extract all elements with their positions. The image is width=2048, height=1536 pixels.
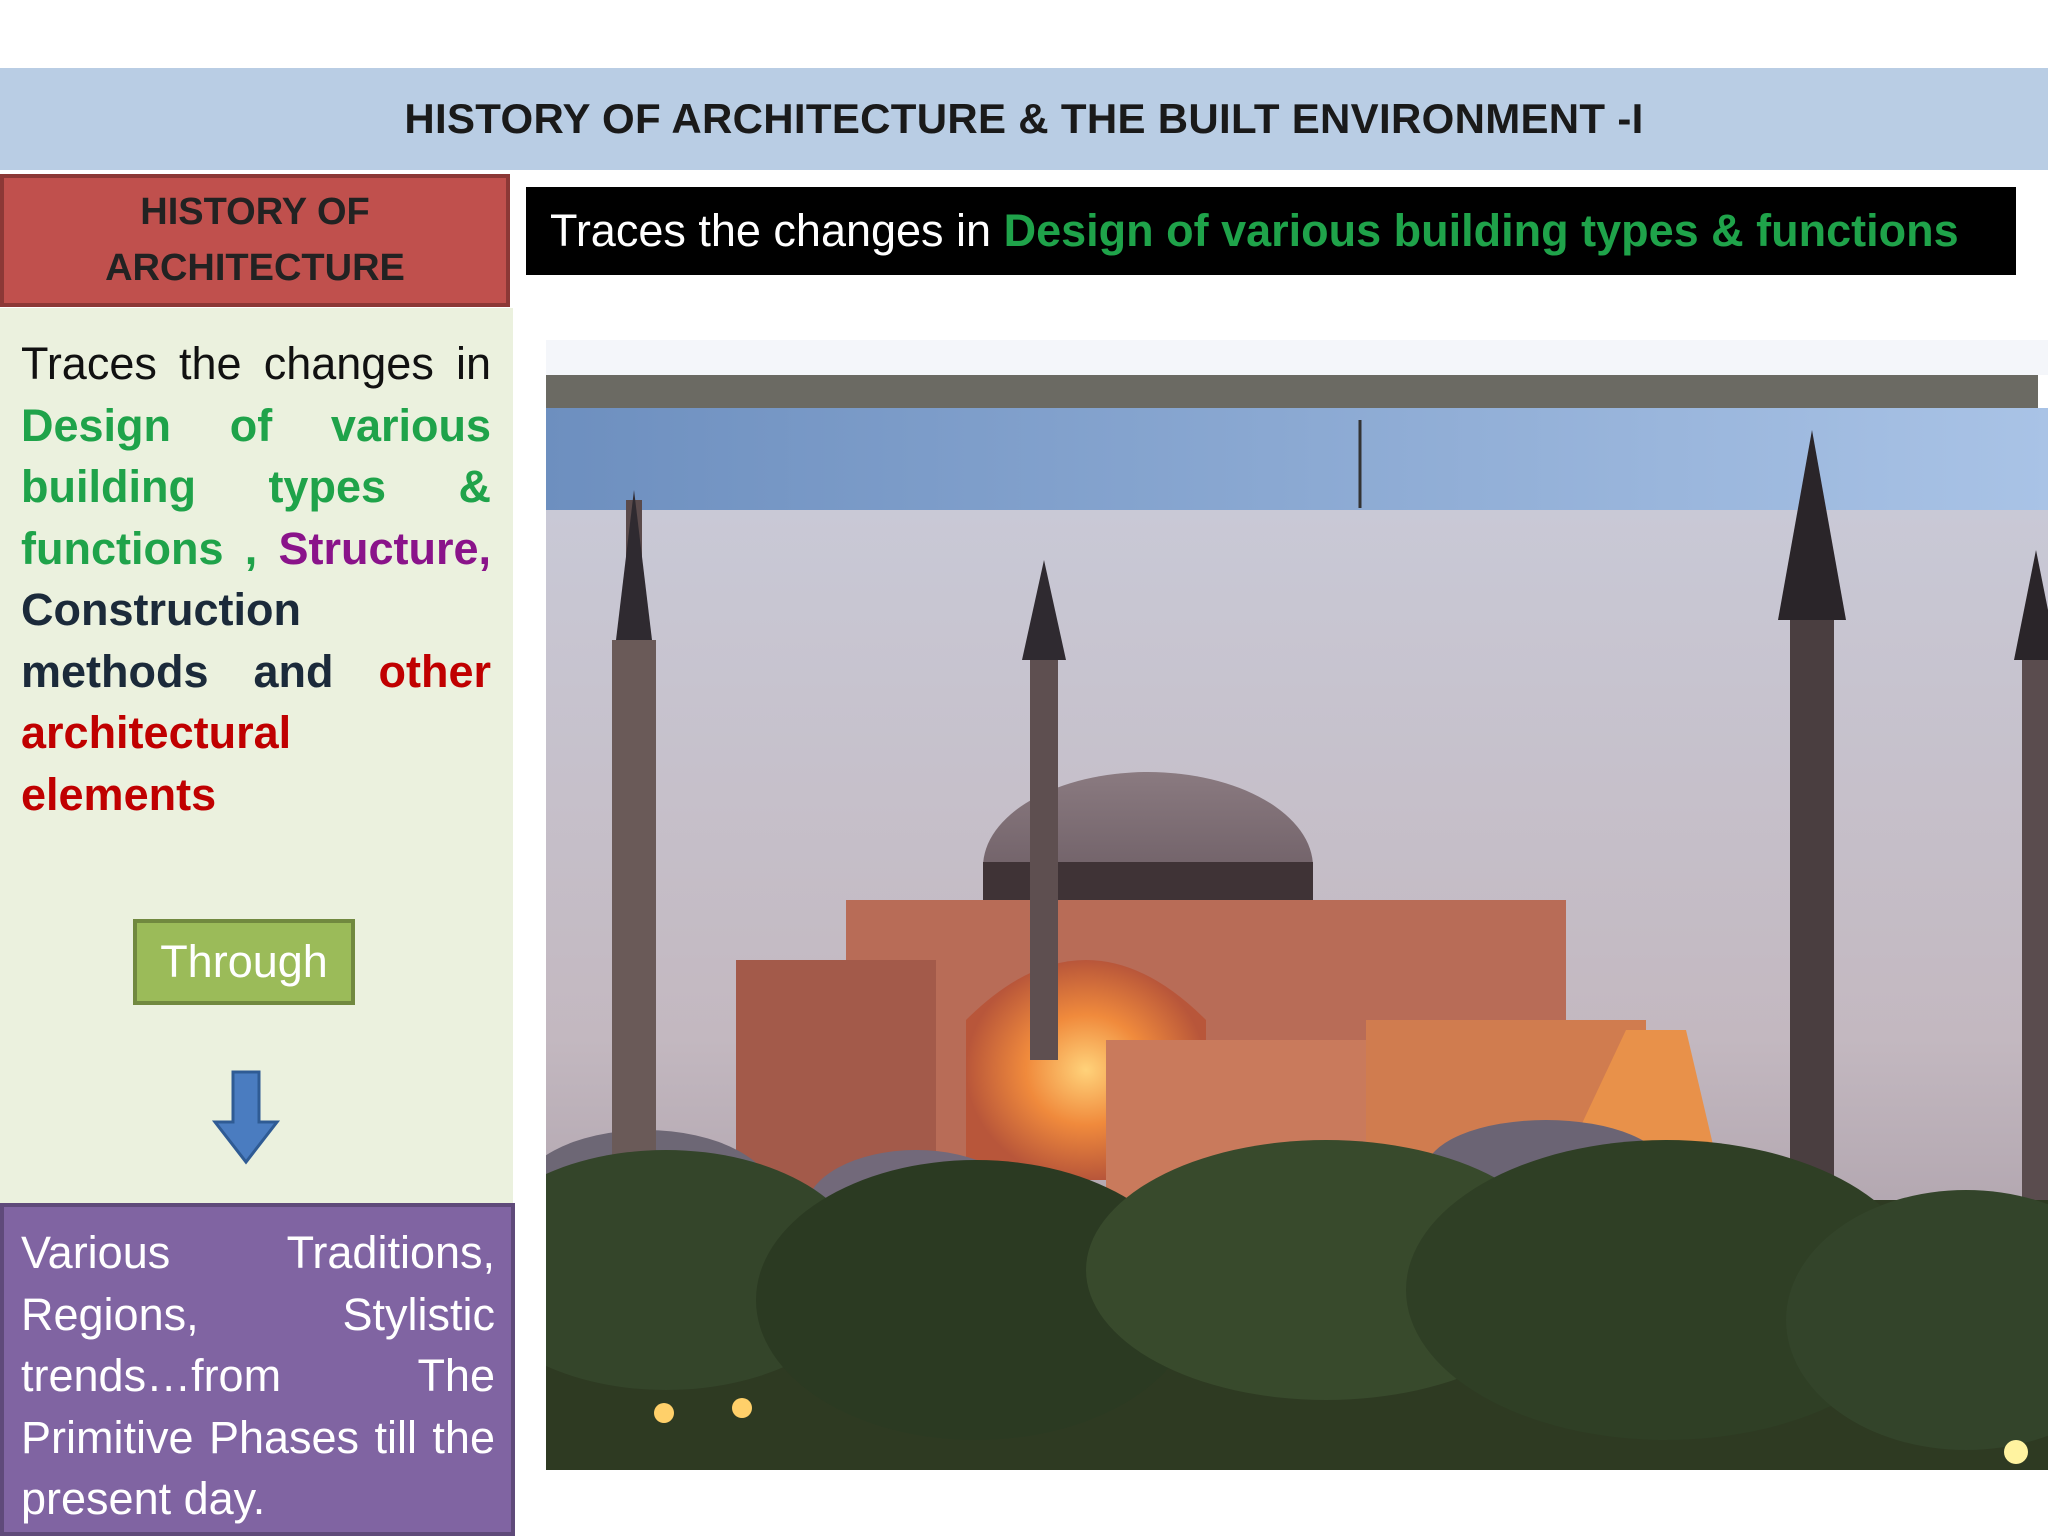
hagia-sophia-photo bbox=[546, 340, 2048, 1470]
header-bar: HISTORY OF ARCHITECTURE & THE BUILT ENVI… bbox=[0, 68, 2048, 170]
through-box: Through bbox=[133, 919, 355, 1005]
through-label: Through bbox=[160, 936, 328, 987]
traditions-text: Various Traditions, Regions, Stylistic t… bbox=[21, 1227, 495, 1524]
section-heading-box: HISTORY OF ARCHITECTURE bbox=[0, 174, 510, 307]
description-part-3: Structure, bbox=[278, 522, 491, 574]
traditions-box: Various Traditions, Regions, Stylistic t… bbox=[0, 1203, 515, 1536]
banner-highlight: Design of various building types & funct… bbox=[1003, 205, 1959, 256]
description-part-1: Traces the changes in bbox=[21, 338, 491, 389]
section-heading: HISTORY OF ARCHITECTURE bbox=[105, 191, 405, 289]
down-arrow-icon bbox=[211, 1070, 281, 1165]
description-text: Traces the changes in Design of various … bbox=[21, 333, 491, 825]
page-title: HISTORY OF ARCHITECTURE & THE BUILT ENVI… bbox=[404, 95, 1644, 142]
banner-prefix: Traces the changes in bbox=[550, 205, 1004, 256]
banner-text: Traces the changes in Design of various … bbox=[550, 205, 1959, 257]
description-part-4: Construction methods and bbox=[21, 584, 379, 697]
banner-bar: Traces the changes in Design of various … bbox=[526, 187, 2016, 275]
